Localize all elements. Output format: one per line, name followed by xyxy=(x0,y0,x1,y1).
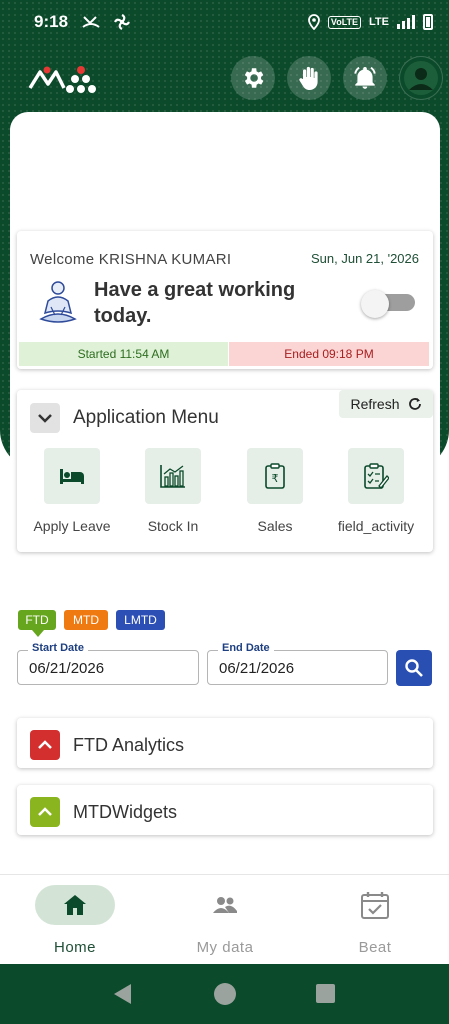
svg-text:₹: ₹ xyxy=(272,472,279,485)
profile-button[interactable] xyxy=(399,56,443,100)
bed-icon xyxy=(60,469,84,484)
nav-label: Beat xyxy=(358,939,392,956)
settings-icon xyxy=(244,68,264,88)
menu-item-apply-leave[interactable]: Apply Leave xyxy=(22,448,122,534)
application-menu-card: Application Menu Refresh Apply Leave Sto… xyxy=(17,390,433,552)
menu-icon-box xyxy=(145,448,201,504)
ftd-analytics-section[interactable]: FTD Analytics xyxy=(17,718,433,768)
start-date-value: 06/21/2026 xyxy=(29,660,105,677)
menu-collapse-button[interactable] xyxy=(30,403,60,433)
menu-item-label: field_activity xyxy=(337,518,415,534)
nav-pill xyxy=(185,885,265,925)
refresh-button[interactable]: Refresh xyxy=(339,390,433,418)
welcome-card: Welcome KRISHNA KUMARI Sun, Jun 21, '202… xyxy=(17,231,433,369)
welcome-date: Sun, Jun 21, '2026 xyxy=(310,251,419,266)
fan-icon xyxy=(114,14,131,30)
clipboard-icon xyxy=(364,463,389,489)
chevron-down-icon xyxy=(38,414,52,423)
nav-item-my-data[interactable]: My data xyxy=(170,885,280,956)
chip-lmtd[interactable]: LMTD xyxy=(116,610,165,630)
bar-chart-icon xyxy=(160,465,185,488)
start-date-field[interactable]: Start Date 06/21/2026 xyxy=(17,642,199,685)
status-bar: 9:18 VoLTE LTE xyxy=(0,0,449,44)
signal-icon xyxy=(397,15,415,29)
section-title: MTDWidgets xyxy=(73,802,178,822)
network-type: LTE xyxy=(369,16,389,28)
started-time: Started 11:54 AM xyxy=(19,342,228,366)
section-title: FTD Analytics xyxy=(73,735,185,755)
refresh-label: Refresh xyxy=(350,396,400,412)
location-icon xyxy=(307,14,320,30)
duty-toggle[interactable] xyxy=(361,290,415,318)
nav-label: Home xyxy=(53,939,96,956)
menu-item-label: Sales xyxy=(257,518,293,534)
chip-mtd[interactable]: MTD xyxy=(64,610,108,630)
brand-logo xyxy=(28,66,96,93)
back-icon[interactable] xyxy=(114,984,131,1004)
nav-item-home[interactable]: Home xyxy=(20,885,130,956)
app-bar xyxy=(0,52,449,104)
people-icon xyxy=(213,897,237,913)
ftd-expand-button[interactable] xyxy=(30,730,60,760)
nav-item-beat[interactable]: Beat xyxy=(320,885,430,956)
application-menu-title: Application Menu xyxy=(73,407,219,428)
sales-doc-icon: ₹ xyxy=(265,463,285,489)
calendar-check-icon xyxy=(361,892,389,919)
volte-badge: VoLTE xyxy=(327,15,362,29)
chevron-up-icon xyxy=(38,740,52,749)
notification-bell-icon xyxy=(354,66,376,89)
settings-button[interactable] xyxy=(231,56,275,100)
toggle-knob xyxy=(361,290,389,318)
refresh-icon xyxy=(408,398,421,410)
notifications-button[interactable] xyxy=(343,56,387,100)
nav-label: My data xyxy=(196,939,254,956)
menu-item-stock-in[interactable]: Stock In xyxy=(123,448,223,534)
system-navigation-bar xyxy=(0,964,449,1024)
menu-icon-box xyxy=(44,448,100,504)
nav-pill xyxy=(335,885,415,925)
menu-item-sales[interactable]: ₹ Sales xyxy=(225,448,325,534)
meditation-icon xyxy=(39,281,77,323)
search-icon xyxy=(405,659,423,677)
profile-avatar-icon xyxy=(404,61,438,95)
menu-item-label: Stock In xyxy=(147,518,199,534)
mtd-widgets-section[interactable]: MTDWidgets xyxy=(17,785,433,835)
greeting-message: Have a great working today. xyxy=(94,279,296,327)
chevron-up-icon xyxy=(38,807,52,816)
chip-ftd[interactable]: FTD xyxy=(18,610,56,637)
menu-icon-box xyxy=(348,448,404,504)
nav-pill xyxy=(35,885,115,925)
ended-time: Ended 09:18 PM xyxy=(229,342,429,366)
welcome-greeting: Welcome KRISHNA KUMARI xyxy=(30,251,232,268)
menu-icon-box: ₹ xyxy=(247,448,303,504)
hand-icon xyxy=(299,66,318,90)
end-date-field[interactable]: End Date 06/21/2026 xyxy=(207,642,388,685)
end-date-value: 06/21/2026 xyxy=(219,660,295,677)
home-icon xyxy=(64,895,86,915)
status-time: 9:18 xyxy=(34,12,69,31)
attendance-button[interactable] xyxy=(287,56,331,100)
home-circle-icon[interactable] xyxy=(214,983,236,1005)
bottom-navigation: Home My data Beat xyxy=(0,874,449,964)
start-date-label: Start Date xyxy=(28,642,88,654)
mtd-expand-button[interactable] xyxy=(30,797,60,827)
missed-call-icon xyxy=(82,16,100,28)
end-date-label: End Date xyxy=(218,642,274,654)
battery-icon xyxy=(423,14,433,30)
menu-item-label: Apply Leave xyxy=(33,518,111,534)
recents-icon[interactable] xyxy=(316,984,335,1003)
menu-item-field-activity[interactable]: field_activity xyxy=(326,448,426,534)
search-button[interactable] xyxy=(396,650,432,686)
